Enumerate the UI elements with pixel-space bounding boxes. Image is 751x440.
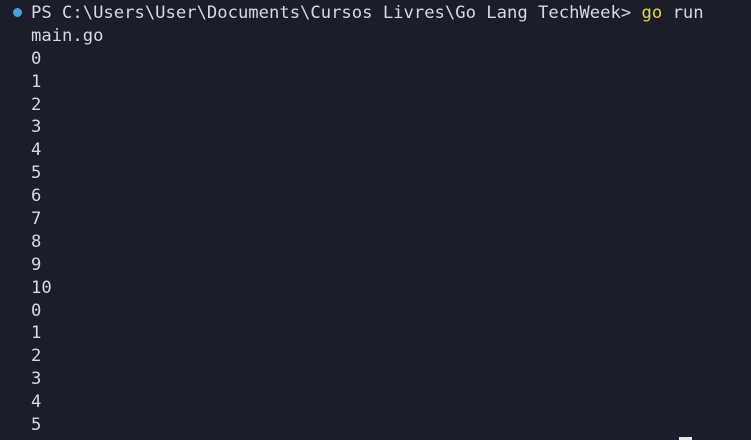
output-line: 3 <box>31 369 42 390</box>
command-keyword: go <box>641 3 663 23</box>
output-line: 1 <box>31 71 42 92</box>
output-line: 7 <box>31 209 42 230</box>
output-line: 8 <box>31 231 42 252</box>
output-line: 4 <box>31 140 42 161</box>
command-args: run <box>662 3 704 23</box>
output-line: 2 <box>31 94 42 115</box>
terminal-output: PS C:\Users\User\Documents\Cursos Livres… <box>31 2 704 437</box>
output-line: 0 <box>31 48 42 69</box>
output-line: 9 <box>31 254 42 275</box>
output-line: 2 <box>31 346 42 367</box>
output-line: 10 <box>31 277 52 298</box>
output-line: 4 <box>31 392 42 413</box>
prompt-path: PS C:\Users\User\Documents\Cursos Livres… <box>31 3 642 23</box>
prompt-line: PS C:\Users\User\Documents\Cursos Livres… <box>31 2 704 25</box>
output-line: 5 <box>31 163 42 184</box>
output-line: 3 <box>31 117 42 138</box>
output-line: 0 <box>31 300 42 321</box>
command-continuation: main.go <box>31 25 104 46</box>
output-line: 1 <box>31 323 42 344</box>
output-line: 6 <box>31 186 42 207</box>
output-line: 5 <box>31 415 42 436</box>
command-status-dot-icon[interactable] <box>13 8 22 17</box>
terminal-panel[interactable]: PS C:\Users\User\Documents\Cursos Livres… <box>0 0 751 440</box>
